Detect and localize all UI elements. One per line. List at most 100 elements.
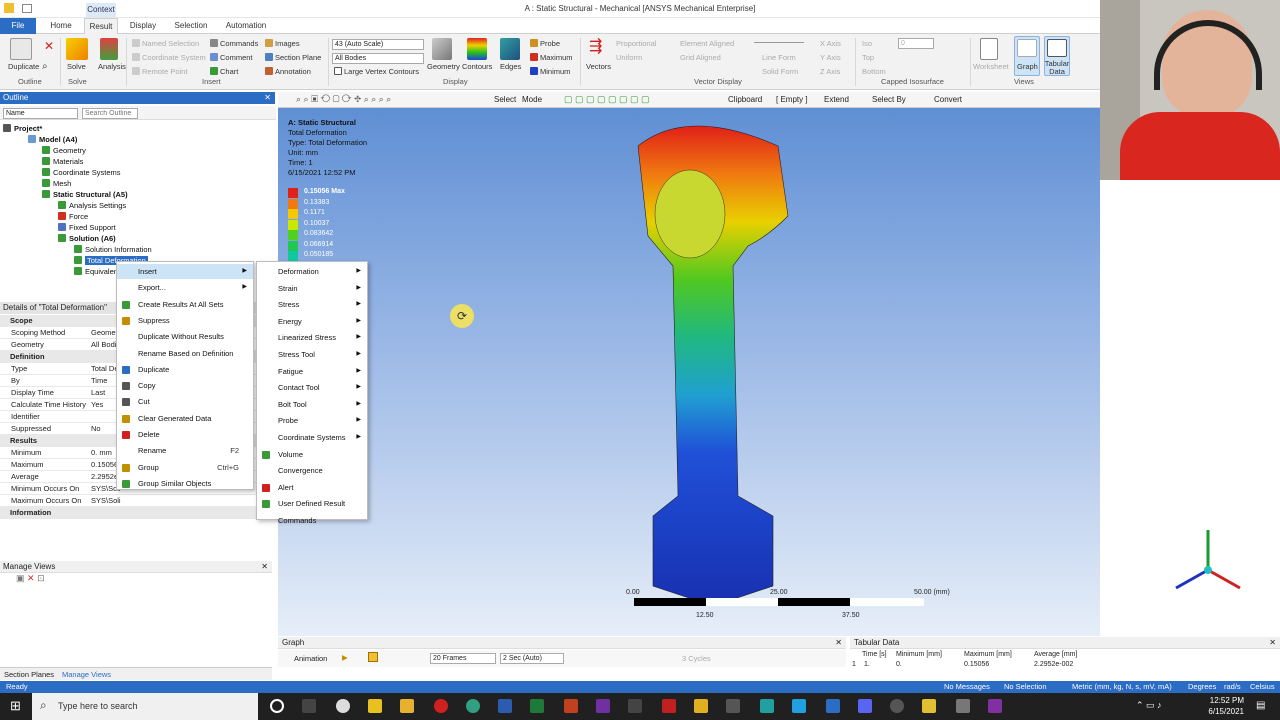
tree-item-project[interactable]: Project* <box>3 124 42 133</box>
status-messages[interactable]: No Messages <box>944 682 990 691</box>
insert-submenu-item[interactable]: Stress ▶ <box>257 297 367 312</box>
tree-item-model[interactable]: Model (A4) <box>28 135 77 144</box>
insert-submenu-item[interactable]: Deformation ▶ <box>257 264 367 279</box>
tree-item-solution[interactable]: Solution (A6) <box>58 234 116 243</box>
app-red-icon[interactable] <box>434 699 448 713</box>
acrobat-icon[interactable] <box>662 699 676 713</box>
minimum-button[interactable]: Minimum <box>530 67 570 76</box>
context-menu-item[interactable]: Insert ▶ <box>117 264 253 279</box>
tree-item-geometry[interactable]: Geometry <box>42 146 86 155</box>
worksheet-button[interactable]: Worksheet <box>973 62 1009 71</box>
close-icon[interactable]: ✕ <box>261 561 268 573</box>
ansys-icon[interactable] <box>922 699 936 713</box>
context-menu-item[interactable]: Suppress <box>117 313 253 328</box>
insert-submenu-item[interactable]: Strain ▶ <box>257 281 367 296</box>
uniform-button[interactable]: Uniform <box>616 53 642 62</box>
tree-item-mesh[interactable]: Mesh <box>42 179 71 188</box>
insert-submenu-item[interactable]: Energy ▶ <box>257 314 367 329</box>
app-icon[interactable] <box>890 699 904 713</box>
contours-button[interactable]: Contours <box>462 62 492 71</box>
context-menu-item[interactable]: Rename Based on Definition <box>117 346 253 361</box>
insert-submenu-item[interactable]: Coordinate Systems ▶ <box>257 430 367 445</box>
tab-automation[interactable]: Automation <box>222 18 270 34</box>
insert-submenu-item[interactable]: Convergence <box>257 463 367 478</box>
context-menu-item[interactable]: Delete <box>117 427 253 442</box>
zoom-icon[interactable] <box>826 699 840 713</box>
status-degrees[interactable]: Degrees <box>1188 682 1216 691</box>
tabular-data-button[interactable]: Tabular Data <box>1042 60 1072 76</box>
context-menu-item[interactable]: Duplicate <box>117 362 253 377</box>
commands-button[interactable]: Commands <box>210 39 258 48</box>
proportional-button[interactable]: Proportional <box>616 39 656 48</box>
context-menu-item[interactable]: Group Similar Objects <box>117 476 253 491</box>
duration-select[interactable]: 2 Sec (Auto) <box>500 653 564 664</box>
apply-view-icon[interactable]: ⊡ <box>37 573 45 583</box>
large-vertex-contours-toggle[interactable]: Large Vertex Contours <box>334 67 419 76</box>
graph-button[interactable]: Graph <box>1017 62 1038 71</box>
context-menu-item[interactable]: Rename F2 <box>117 443 253 458</box>
tab-result[interactable]: Result <box>84 18 118 34</box>
tree-item-materials[interactable]: Materials <box>42 157 83 166</box>
probe-button[interactable]: Probe <box>530 39 560 48</box>
images-button[interactable]: Images <box>265 39 300 48</box>
scale-select[interactable]: 43 (Auto Scale) <box>332 39 424 50</box>
named-selection-button[interactable]: Named Selection <box>132 39 199 48</box>
delete-icon[interactable]: ✕ <box>44 39 54 53</box>
tab-selection[interactable]: Selection <box>170 18 212 34</box>
select-by-button[interactable]: Select By <box>872 95 906 104</box>
save-icon[interactable] <box>22 4 32 13</box>
graphics-viewport[interactable]: A: Static Structural Total Deformation T… <box>278 108 1241 636</box>
geometry-button[interactable]: Geometry <box>427 62 460 71</box>
element-aligned-button[interactable]: Element Aligned <box>680 39 734 48</box>
tree-item-force[interactable]: Force <box>58 212 88 221</box>
tab-file[interactable]: File <box>0 18 36 34</box>
context-menu-item[interactable]: Export... ▶ <box>117 280 253 295</box>
analysis-button[interactable]: Analysis <box>98 62 126 71</box>
system-tray-icons[interactable]: ⌃ ▭ ♪ <box>1136 700 1162 711</box>
mechanical-icon[interactable] <box>988 699 1002 713</box>
cortana-icon[interactable] <box>270 699 284 713</box>
sticky-notes-icon[interactable] <box>368 699 382 713</box>
frames-select[interactable]: 20 Frames <box>430 653 496 664</box>
task-view-icon[interactable] <box>302 699 316 713</box>
context-menu-item[interactable]: Create Results At All Sets <box>117 297 253 312</box>
vectors-button[interactable]: Vectors <box>586 62 611 71</box>
delete-view-icon[interactable]: ✕ <box>27 573 35 583</box>
notifications-icon[interactable]: ▤ <box>1256 700 1265 711</box>
bodies-select[interactable]: All Bodies <box>332 53 424 64</box>
maximum-button[interactable]: Maximum <box>530 53 573 62</box>
tree-item-static-structural[interactable]: Static Structural (A5) <box>42 190 128 199</box>
insert-submenu-item[interactable]: Contact Tool ▶ <box>257 380 367 395</box>
bottom-button[interactable]: Bottom <box>862 67 886 76</box>
close-icon[interactable]: ✕ <box>1269 637 1276 649</box>
edges-button[interactable]: Edges <box>500 62 521 71</box>
app-yellow-icon[interactable] <box>694 699 708 713</box>
status-celsius[interactable]: Celsius <box>1250 682 1275 691</box>
clipboard-button[interactable]: Clipboard <box>728 95 762 104</box>
context-menu-item[interactable]: Cut <box>117 394 253 409</box>
stop-icon[interactable] <box>368 652 378 662</box>
grid-aligned-button[interactable]: Grid Aligned <box>680 53 721 62</box>
details-value[interactable]: SYS\Solid <box>91 495 121 507</box>
x-axis-button[interactable]: X Axis <box>820 39 841 48</box>
insert-submenu-item[interactable]: Volume <box>257 447 367 462</box>
chrome-icon[interactable] <box>336 699 350 713</box>
cycles-select[interactable]: 3 Cycles <box>682 654 711 663</box>
section-plane-button[interactable]: Section Plane <box>265 53 321 62</box>
mode-button[interactable]: Mode <box>522 95 542 104</box>
context-menu-item[interactable]: Copy <box>117 378 253 393</box>
insert-submenu-item[interactable]: Alert <box>257 480 367 495</box>
tree-item-fixed-support[interactable]: Fixed Support <box>58 223 116 232</box>
insert-submenu-item[interactable]: Stress Tool ▶ <box>257 347 367 362</box>
tree-item-coordinate-systems[interactable]: Coordinate Systems <box>42 168 121 177</box>
outline-name-select[interactable]: Name <box>3 108 78 119</box>
app-icon[interactable] <box>726 699 740 713</box>
solid-form-button[interactable]: Solid Form <box>762 67 798 76</box>
app-icon[interactable] <box>956 699 970 713</box>
search-outline-input[interactable] <box>82 108 138 119</box>
close-icon[interactable]: ✕ <box>835 637 842 649</box>
insert-submenu-item[interactable]: Linearized Stress ▶ <box>257 330 367 345</box>
taskbar-search[interactable]: ⌕ Type here to search <box>32 693 258 720</box>
coordinate-system-button[interactable]: Coordinate System <box>132 53 206 62</box>
tree-item-equivalent[interactable]: Equivalent <box>74 267 120 276</box>
